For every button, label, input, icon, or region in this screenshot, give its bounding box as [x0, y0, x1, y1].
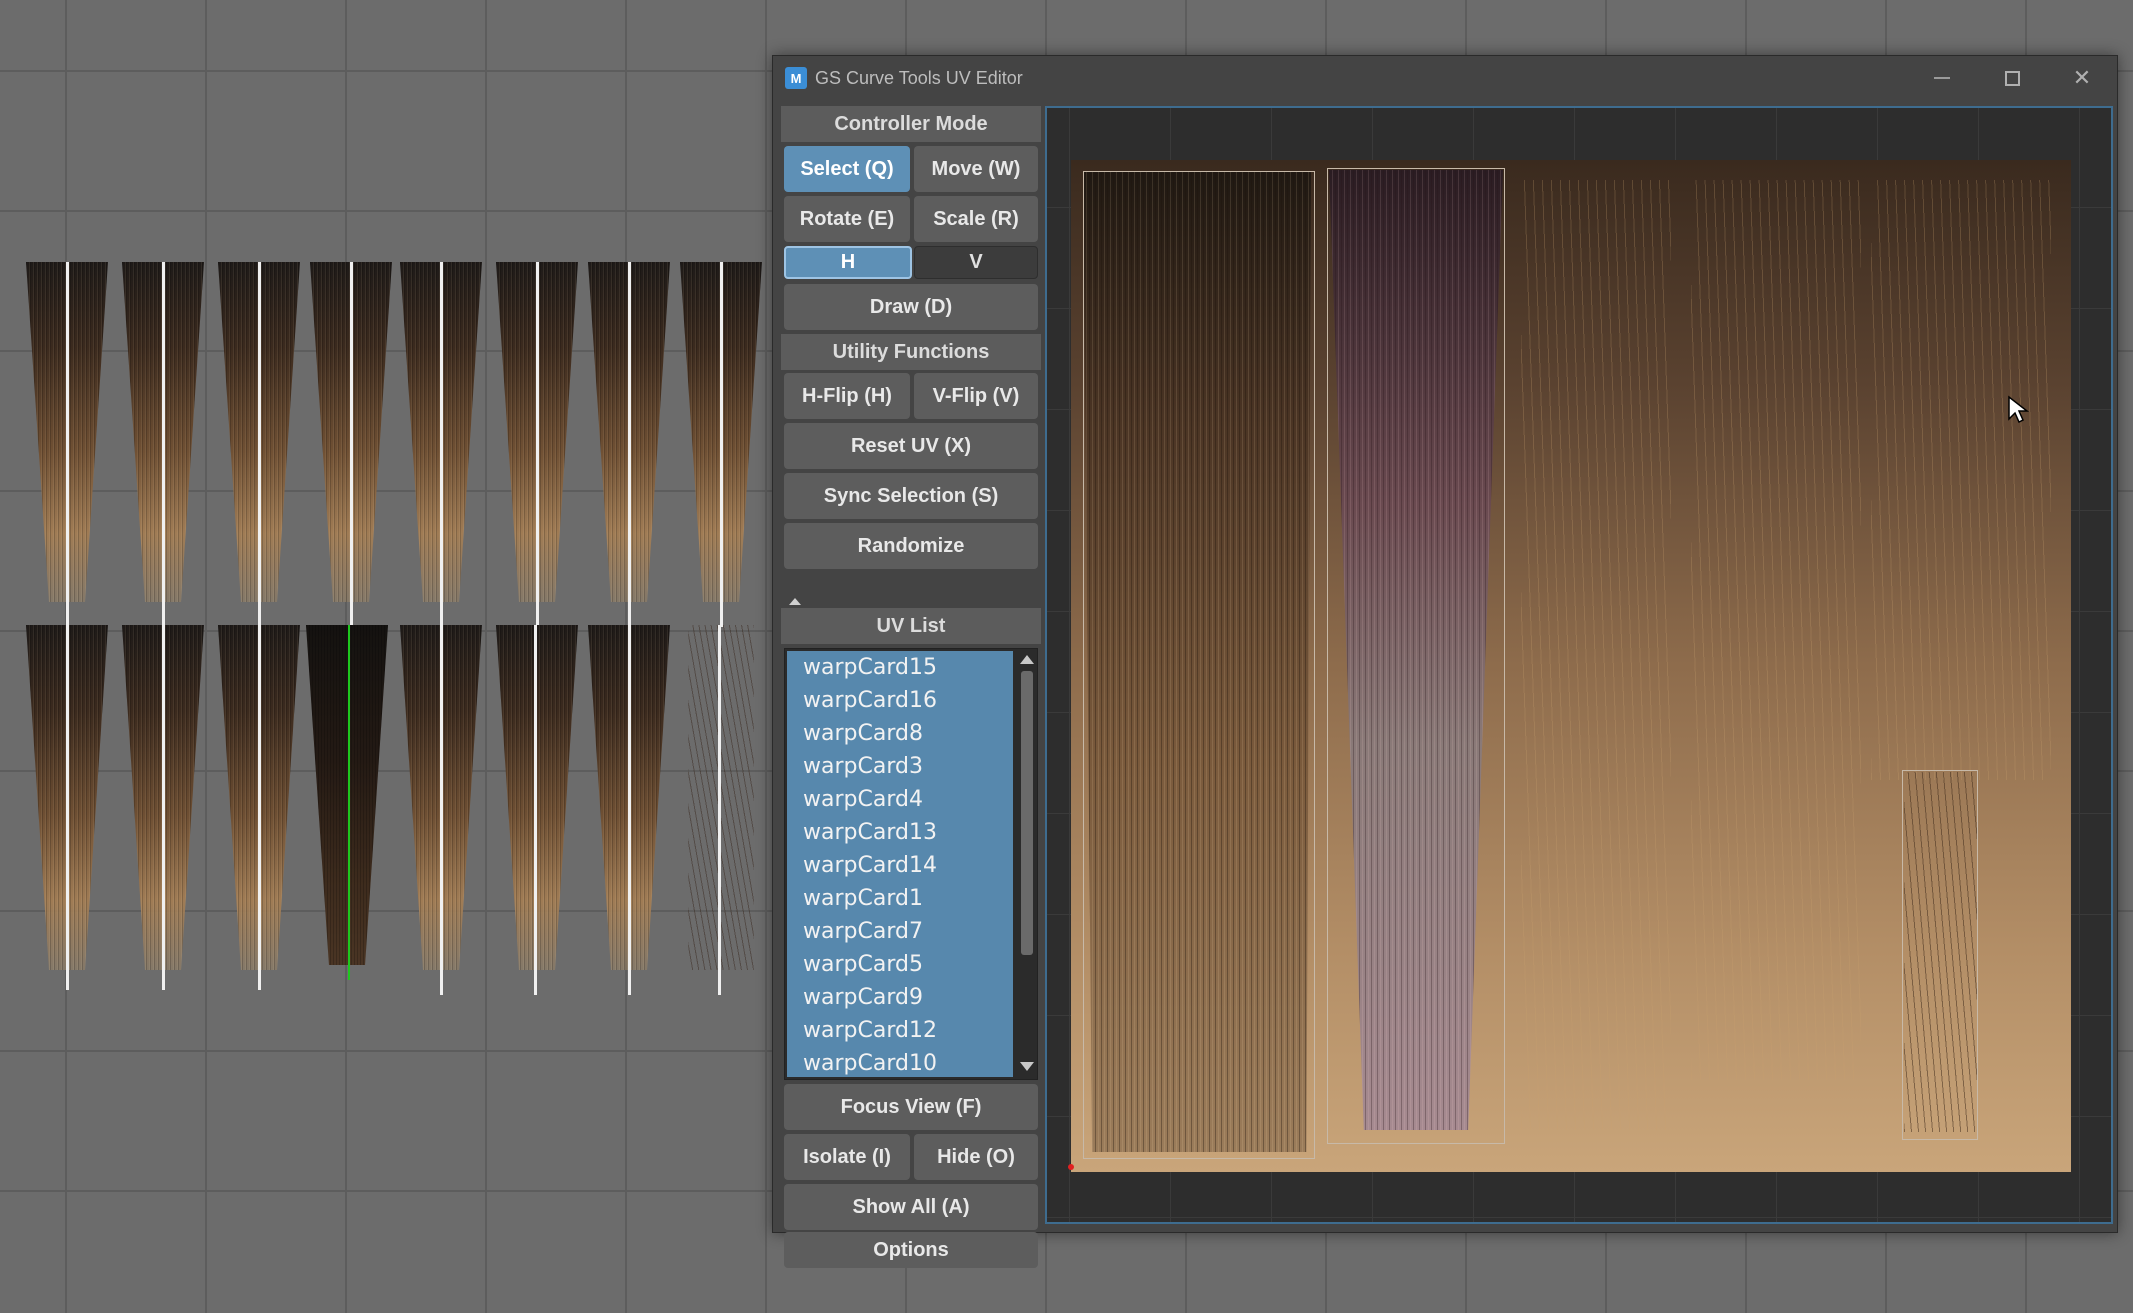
- curve-guide[interactable]: [534, 625, 537, 995]
- uv-list-items: warpCard15 warpCard16 warpCard8 warpCard…: [787, 651, 1013, 1077]
- isolate-button[interactable]: Isolate (I): [784, 1134, 910, 1180]
- curve-guide[interactable]: [440, 625, 443, 995]
- uv-editor-window: M GS Curve Tools UV Editor ✕ Controller …: [772, 55, 2118, 1268]
- close-button[interactable]: ✕: [2047, 56, 2117, 100]
- list-item[interactable]: warpCard5: [787, 948, 1013, 981]
- curve-guide-selected[interactable]: [348, 625, 350, 980]
- list-item[interactable]: warpCard7: [787, 915, 1013, 948]
- uv-strip: [1521, 180, 1671, 1130]
- list-item[interactable]: warpCard12: [787, 1014, 1013, 1047]
- window-controls: ✕: [1907, 56, 2117, 100]
- list-item[interactable]: warpCard8: [787, 717, 1013, 750]
- minimize-icon: [1934, 77, 1950, 79]
- scroll-up-icon[interactable]: [1020, 655, 1034, 664]
- curve-guide[interactable]: [258, 262, 261, 627]
- maximize-button[interactable]: [1977, 56, 2047, 100]
- list-item[interactable]: warpCard4: [787, 783, 1013, 816]
- scroll-down-icon[interactable]: [1020, 1062, 1034, 1071]
- uv-list[interactable]: warpCard15 warpCard16 warpCard8 warpCard…: [784, 648, 1038, 1080]
- window-title: GS Curve Tools UV Editor: [815, 67, 1023, 88]
- hair-card-selected[interactable]: [306, 625, 388, 965]
- curve-guide[interactable]: [162, 262, 165, 627]
- tool-panel: Controller Mode Select (Q) Move (W) Rota…: [781, 106, 1041, 1268]
- select-button[interactable]: Select (Q): [784, 146, 910, 192]
- curve-guide[interactable]: [718, 625, 721, 995]
- curve-guide[interactable]: [350, 262, 353, 627]
- list-item[interactable]: warpCard16: [787, 684, 1013, 717]
- hflip-button[interactable]: H-Flip (H): [784, 373, 910, 419]
- uv-shell-border[interactable]: [1902, 770, 1978, 1140]
- list-item[interactable]: warpCard15: [787, 651, 1013, 684]
- scroll-thumb[interactable]: [1021, 671, 1033, 955]
- h-toggle[interactable]: H: [784, 246, 912, 279]
- rotate-button[interactable]: Rotate (E): [784, 196, 910, 242]
- options-button[interactable]: Options: [784, 1232, 1038, 1268]
- collapse-arrow-icon[interactable]: [789, 598, 801, 605]
- show-all-button[interactable]: Show All (A): [784, 1184, 1038, 1230]
- curve-guide[interactable]: [536, 262, 539, 627]
- curve-guide[interactable]: [258, 625, 261, 990]
- list-item[interactable]: warpCard13: [787, 816, 1013, 849]
- uv-canvas[interactable]: [1045, 106, 2113, 1224]
- hair-cards-area[interactable]: [0, 240, 770, 1000]
- sync-selection-button[interactable]: Sync Selection (S): [784, 473, 1038, 519]
- maximize-icon: [2004, 70, 2020, 86]
- draw-button[interactable]: Draw (D): [784, 284, 1038, 330]
- v-toggle[interactable]: V: [914, 246, 1038, 279]
- hide-button[interactable]: Hide (O): [914, 1134, 1038, 1180]
- uv-shell-border[interactable]: [1327, 168, 1505, 1144]
- uv-origin-marker: [1068, 1164, 1074, 1170]
- list-item[interactable]: warpCard3: [787, 750, 1013, 783]
- curve-guide[interactable]: [440, 262, 443, 627]
- title-bar[interactable]: M GS Curve Tools UV Editor ✕: [773, 56, 2117, 100]
- list-item[interactable]: warpCard1: [787, 882, 1013, 915]
- close-icon: ✕: [2072, 65, 2092, 90]
- uv-list-scrollbar[interactable]: [1017, 649, 1037, 1079]
- minimize-button[interactable]: [1907, 56, 1977, 100]
- randomize-button[interactable]: Randomize: [784, 523, 1038, 569]
- hair-card-wispy[interactable]: [688, 625, 754, 970]
- curve-guide[interactable]: [628, 625, 631, 995]
- controller-mode-header: Controller Mode: [781, 106, 1041, 142]
- vflip-button[interactable]: V-Flip (V): [914, 373, 1038, 419]
- uv-shell-border[interactable]: [1083, 171, 1315, 1159]
- uv-strip: [1691, 180, 1861, 1080]
- scale-button[interactable]: Scale (R): [914, 196, 1038, 242]
- reset-uv-button[interactable]: Reset UV (X): [784, 423, 1038, 469]
- hair-card[interactable]: [496, 625, 578, 970]
- utility-functions-header: Utility Functions: [781, 334, 1041, 370]
- curve-guide[interactable]: [162, 625, 165, 990]
- uv-list-header: UV List: [781, 608, 1041, 644]
- curve-guide[interactable]: [66, 262, 69, 627]
- list-item[interactable]: warpCard10: [787, 1047, 1013, 1077]
- list-item[interactable]: warpCard14: [787, 849, 1013, 882]
- curve-guide[interactable]: [66, 625, 69, 990]
- curve-guide[interactable]: [628, 262, 631, 627]
- uv-strip: [1871, 180, 2051, 780]
- mouse-cursor-icon: [2008, 395, 2029, 424]
- curve-guide[interactable]: [720, 262, 723, 627]
- move-button[interactable]: Move (W): [914, 146, 1038, 192]
- focus-view-button[interactable]: Focus View (F): [784, 1084, 1038, 1130]
- list-item[interactable]: warpCard9: [787, 981, 1013, 1014]
- maya-app-icon: M: [785, 67, 807, 89]
